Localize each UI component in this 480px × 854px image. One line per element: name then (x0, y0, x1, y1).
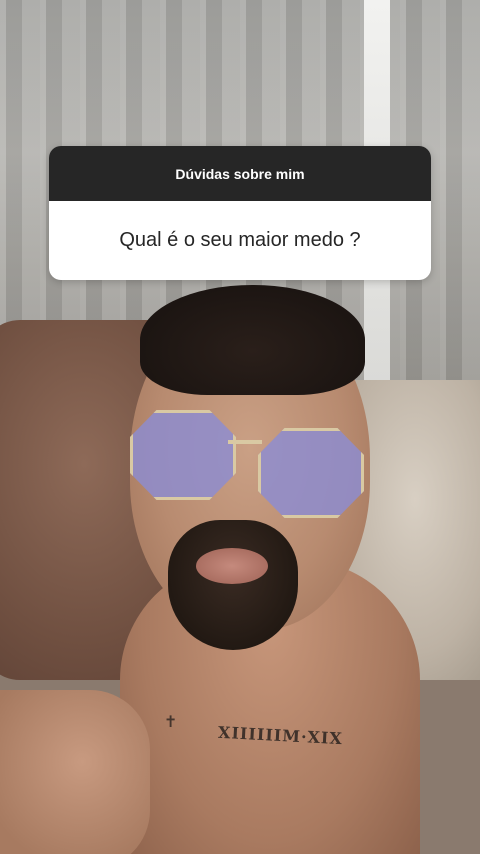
question-sticker-title: Dúvidas sobre mim (175, 165, 305, 182)
story-photo: ✝ XIIIIIIM·XIX (0, 0, 480, 854)
beard (168, 520, 298, 650)
question-sticker[interactable]: Dúvidas sobre mim Qual é o seu maior med… (49, 146, 431, 280)
cross-tattoo: ✝ (164, 712, 178, 731)
hair (140, 285, 365, 395)
sunglasses-left-lens (130, 410, 236, 500)
question-text: Qual é o seu maior medo ? (119, 229, 361, 251)
question-sticker-header: Dúvidas sobre mim (49, 146, 431, 201)
sunglasses-right-lens (258, 428, 364, 518)
question-sticker-body: Qual é o seu maior medo ? (49, 201, 431, 280)
hand (0, 690, 150, 854)
sunglasses-bridge (228, 440, 262, 444)
mouth (196, 548, 268, 584)
